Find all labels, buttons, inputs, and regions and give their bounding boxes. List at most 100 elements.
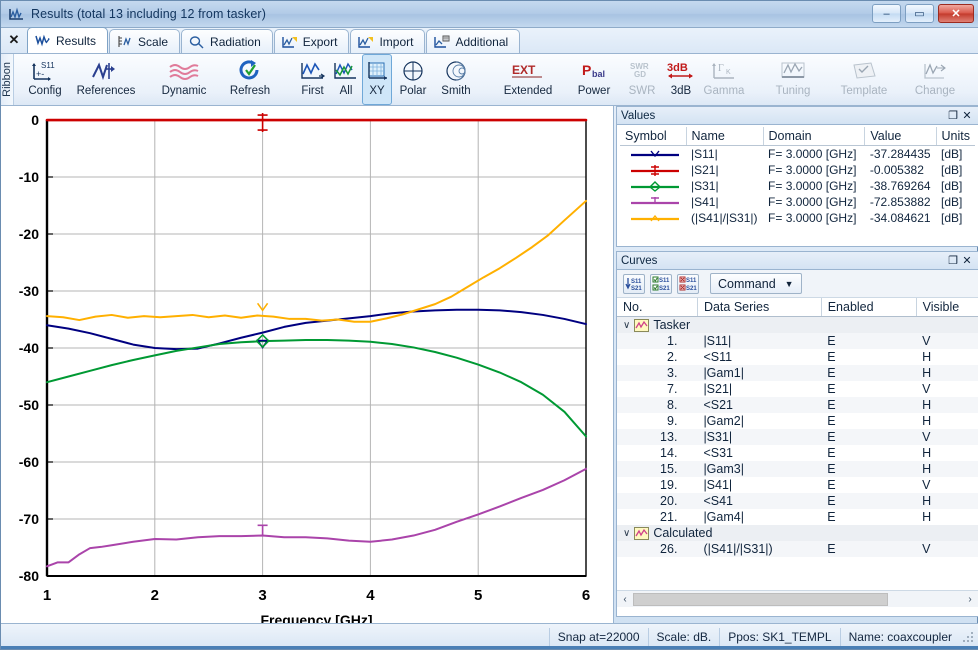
restore-icon[interactable]: ❐ xyxy=(946,254,960,267)
close-button[interactable]: ✕ xyxy=(938,4,974,23)
xy-button[interactable]: XY xyxy=(362,54,392,105)
chevron-down-icon[interactable]: ∨ xyxy=(623,320,630,331)
dynamic-button[interactable]: Dynamic xyxy=(151,54,217,105)
svg-text:Γ: Γ xyxy=(718,63,724,74)
scrollbar-thumb[interactable] xyxy=(633,592,888,606)
window-controls: – ▭ ✕ xyxy=(872,4,974,23)
results-window: Results (total 13 including 12 from task… xyxy=(0,0,978,650)
smith-label: Smith xyxy=(441,85,471,97)
references-button[interactable]: References xyxy=(73,54,139,105)
curve-series: |Gam4| xyxy=(703,510,744,524)
curve-name: |S11| xyxy=(691,147,718,161)
gamma-button[interactable]: Γ K Gamma xyxy=(700,54,748,105)
power-button[interactable]: P bal Power xyxy=(566,54,622,105)
refresh-button[interactable]: Refresh xyxy=(217,54,283,105)
change-button[interactable]: Change xyxy=(902,54,968,105)
minimize-button[interactable]: – xyxy=(872,4,901,23)
extended-button[interactable]: EXT Extended xyxy=(490,54,566,105)
curve-series: <S11 xyxy=(703,350,733,364)
disable-s11-s21-icon[interactable]: S11 S21 xyxy=(677,273,699,294)
svg-text:S21: S21 xyxy=(659,286,670,292)
tab-label: Radiation xyxy=(210,34,261,49)
curves-row[interactable]: 15. |Gam3| E H xyxy=(617,461,978,477)
tab-radiation[interactable]: Radiation xyxy=(181,29,273,53)
y-tick-label: -50 xyxy=(19,397,39,413)
references-label: References xyxy=(76,85,136,97)
curves-group-row[interactable]: ∨ Tasker xyxy=(617,316,978,333)
svg-text:EXT: EXT xyxy=(512,63,536,77)
first-button[interactable]: First xyxy=(295,54,330,105)
scroll-left-icon[interactable]: ‹ xyxy=(617,594,633,605)
smith-button[interactable]: Smith xyxy=(434,54,478,105)
tab-scale[interactable]: Scale xyxy=(109,29,181,53)
curve-enabled: E xyxy=(821,493,917,509)
curves-row[interactable]: 20. <S41 E H xyxy=(617,493,978,509)
curves-grid[interactable]: No. Data Series Enabled Visible ∨ Tasker 1… xyxy=(617,298,978,590)
ext-icon: EXT xyxy=(508,58,548,84)
swr-button[interactable]: SWR GD SWR xyxy=(622,54,662,105)
enable-s11-s21-icon[interactable]: S11 S21 xyxy=(650,273,672,294)
tab-additional[interactable]: Additional xyxy=(426,29,521,53)
curve-enabled: E xyxy=(827,446,836,460)
tab-label: Additional xyxy=(455,34,509,49)
values-row[interactable]: |S21| F= 3.0000 [GHz] -0.005382 [dB] xyxy=(620,162,975,178)
curve-visible: V xyxy=(922,382,931,396)
curves-horizontal-scrollbar[interactable]: ‹ › xyxy=(617,590,978,607)
tab-results[interactable]: Results xyxy=(27,27,109,53)
all-button[interactable]: All xyxy=(330,54,362,105)
curve-symbol xyxy=(620,146,686,163)
values-row[interactable]: |S11| F= 3.0000 [GHz] -37.284435 [dB] xyxy=(620,146,975,163)
tab-import[interactable]: Import xyxy=(350,29,426,53)
curves-row[interactable]: 14. <S31 E H xyxy=(617,445,978,461)
curve-visible: H xyxy=(922,350,932,364)
chevron-down-icon[interactable]: ∨ xyxy=(623,528,630,539)
resize-grip[interactable] xyxy=(960,629,976,645)
tuning-button[interactable]: Tuning xyxy=(760,54,826,105)
scrollbar-track[interactable] xyxy=(633,592,962,606)
tab-label: Export xyxy=(302,34,338,49)
curves-row[interactable]: 19. |S41| E V xyxy=(617,477,978,493)
config-button[interactable]: S11 +- Config xyxy=(17,54,73,105)
curve-enabled: E xyxy=(821,333,917,349)
curve-enabled: E xyxy=(827,382,836,396)
select-s11-s21-icon[interactable]: S11 S21 xyxy=(623,273,645,294)
template-button[interactable]: Template xyxy=(826,54,902,105)
values-table: Symbol Name Domain Value Units |S11| F= 3… xyxy=(620,127,975,226)
close-icon[interactable]: ✕ xyxy=(960,254,974,267)
curves-row[interactable]: 13. |S31| E V xyxy=(617,429,978,445)
curves-row[interactable]: 2. <S11 E H xyxy=(617,349,978,365)
values-row[interactable]: (|S41|/|S31|) F= 3.0000 [GHz] -34.084621 [d… xyxy=(620,210,975,226)
curves-row[interactable]: 9. |Gam2| E H xyxy=(617,413,978,429)
polar-button[interactable]: Polar xyxy=(392,54,434,105)
template-icon xyxy=(849,58,879,84)
curve-group-icon xyxy=(634,526,650,540)
svg-text:S21: S21 xyxy=(686,286,697,292)
curves-row[interactable]: 26. (|S41|/|S31|) E V xyxy=(617,541,978,557)
smith-icon xyxy=(443,58,469,84)
close-icon[interactable]: ✕ xyxy=(960,109,974,122)
curves-row[interactable]: 1. |S11| E V xyxy=(617,333,978,349)
scroll-right-icon[interactable]: › xyxy=(962,594,978,605)
chart-panel[interactable]: 0 -10 -20 -30 -40 -50 -60 -70 -80 1 2 3 4 5 6 Frequency… xyxy=(1,106,614,624)
curves-row[interactable]: 21. |Gam4| E H xyxy=(617,509,978,525)
x-tick-label: 2 xyxy=(151,587,159,604)
values-row[interactable]: |S31| F= 3.0000 [GHz] -38.769264 [dB] xyxy=(620,178,975,194)
refresh-icon xyxy=(235,58,265,84)
curves-row[interactable]: 8. <S21 E H xyxy=(617,397,978,413)
curves-group-row[interactable]: ∨ Calculated xyxy=(617,525,978,541)
window-title: Results (total 13 including 12 from task… xyxy=(31,7,266,21)
curve-value: -37.284435 xyxy=(869,147,931,161)
restore-icon[interactable]: ❐ xyxy=(946,109,960,122)
3db-button[interactable]: 3dB 3dB xyxy=(662,54,700,105)
close-icon[interactable]: ✕ xyxy=(1,27,27,53)
tab-export[interactable]: Export xyxy=(273,29,350,53)
curve-group-icon xyxy=(634,318,650,332)
command-dropdown[interactable]: Command ▼ xyxy=(710,273,802,294)
xy-chart[interactable]: 0-10-20-30-40-50-60-70-801 2 3 4 5 6Frequency… xyxy=(1,106,614,624)
curve-visible: V xyxy=(916,333,978,349)
curve-visible: H xyxy=(916,365,978,381)
values-row[interactable]: |S41| F= 3.0000 [GHz] -72.853882 [dB] xyxy=(620,194,975,210)
maximize-button[interactable]: ▭ xyxy=(905,4,934,23)
curves-row[interactable]: 3. |Gam1| E H xyxy=(617,365,978,381)
curves-row[interactable]: 7. |S21| E V xyxy=(617,381,978,397)
